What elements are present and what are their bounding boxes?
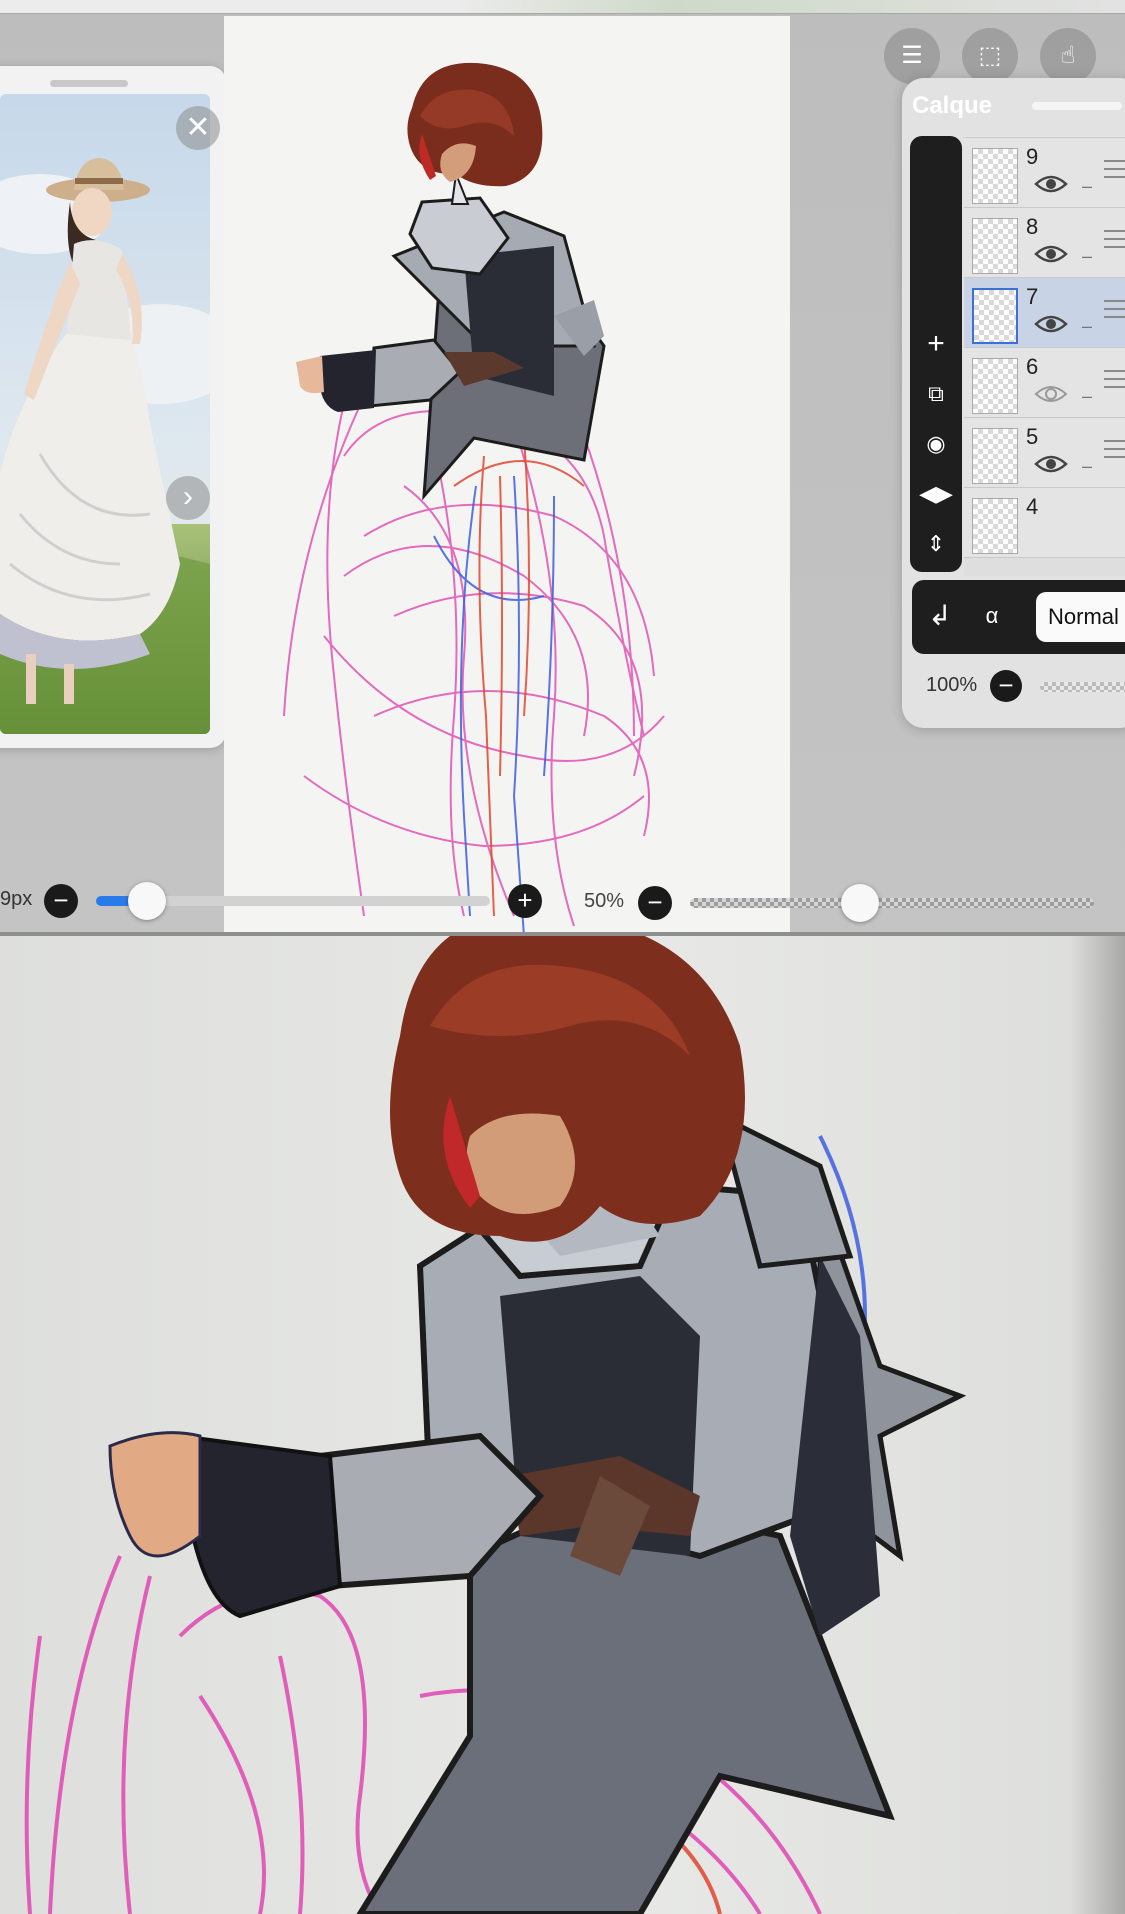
add-layer-button[interactable]: + bbox=[910, 324, 962, 364]
layer-dash: – bbox=[1082, 176, 1093, 196]
layer-row[interactable]: 8 – bbox=[964, 208, 1125, 278]
reference-window-handle[interactable] bbox=[50, 80, 128, 87]
brush-opacity-slider-knob[interactable] bbox=[840, 884, 879, 922]
artwork-top bbox=[283, 62, 665, 935]
layer-list[interactable]: 9 – 8 – 7 – 6 – 5 – 4 bbox=[964, 136, 1125, 576]
status-strip bbox=[0, 0, 1125, 14]
chevron-right-icon: › bbox=[183, 480, 193, 513]
clipping-mask-button[interactable]: ↲ bbox=[922, 596, 958, 636]
alpha-lock-icon: α bbox=[985, 603, 999, 628]
drag-handle-icon[interactable] bbox=[1104, 160, 1125, 184]
hand-pointer-icon: ☝ bbox=[1060, 42, 1076, 69]
drag-handle-icon[interactable] bbox=[1104, 300, 1125, 324]
layer-row[interactable]: 4 bbox=[964, 488, 1125, 558]
close-reference-button[interactable]: ✕ bbox=[176, 106, 220, 150]
layer-dash: – bbox=[1082, 246, 1093, 266]
flip-horizontal-icon: ◀▶ bbox=[919, 481, 953, 506]
brush-size-increase-button[interactable]: + bbox=[508, 884, 542, 918]
layer-number: 5 bbox=[1026, 424, 1039, 449]
brush-opacity-slider[interactable] bbox=[690, 898, 1094, 908]
duplicate-layer-button[interactable]: ⧉ bbox=[910, 374, 962, 414]
drag-handle-icon[interactable] bbox=[1104, 230, 1125, 254]
layer-thumb bbox=[972, 428, 1018, 484]
flip-vertical-button[interactable]: ⇕ bbox=[910, 524, 962, 564]
next-reference-button[interactable]: › bbox=[166, 476, 210, 520]
camera-button[interactable]: ◉ bbox=[910, 424, 962, 464]
reference-photo bbox=[0, 94, 210, 734]
layer-dash: – bbox=[1082, 386, 1093, 406]
layer-options-bar: ↲ α Normal bbox=[912, 580, 1125, 654]
touch-gesture-button[interactable]: ☝ bbox=[1040, 28, 1096, 84]
layer-opacity-decrease-button[interactable]: − bbox=[990, 670, 1022, 702]
flip-vertical-icon: ⇕ bbox=[926, 531, 946, 556]
layer-tools-column: + ⧉ ◉ ◀▶ ⇕ bbox=[910, 136, 962, 572]
screenshot: ✕ › ☰ ⬚ ☝ Calque + ⧉ ◉ ◀▶ ⇕ 9 – 8 – 7 – … bbox=[0, 0, 1125, 1914]
layer-thumb bbox=[972, 288, 1018, 344]
eye-hidden-icon[interactable] bbox=[1034, 382, 1068, 406]
zoomed-artwork-photo bbox=[0, 936, 1125, 1914]
minus-icon: − bbox=[53, 885, 69, 915]
layer-number: 6 bbox=[1026, 354, 1039, 379]
add-layer-icon: + bbox=[927, 327, 945, 360]
layer-row[interactable]: 6 – bbox=[964, 348, 1125, 418]
dashed-selection-icon: ⬚ bbox=[978, 42, 1002, 69]
layer-row[interactable]: 9 – bbox=[964, 138, 1125, 208]
layer-number: 4 bbox=[1026, 494, 1039, 519]
duplicate-layer-icon: ⧉ bbox=[928, 381, 944, 406]
layers-panel-handle[interactable] bbox=[1032, 102, 1122, 110]
drag-handle-icon[interactable] bbox=[1104, 440, 1125, 464]
layer-opacity-slider[interactable] bbox=[1040, 682, 1125, 692]
alpha-lock-button[interactable]: α bbox=[974, 596, 1010, 636]
layers-panel[interactable]: Calque + ⧉ ◉ ◀▶ ⇕ 9 – 8 – 7 – 6 – 5 – 4 … bbox=[902, 78, 1125, 728]
reference-window[interactable]: ✕ › bbox=[0, 66, 226, 748]
layer-number: 7 bbox=[1026, 284, 1039, 309]
close-icon: ✕ bbox=[185, 111, 211, 144]
layer-thumb bbox=[972, 358, 1018, 414]
eye-icon[interactable] bbox=[1034, 172, 1068, 196]
flip-horizontal-button[interactable]: ◀▶ bbox=[910, 474, 962, 514]
layer-number: 9 bbox=[1026, 144, 1039, 169]
brush-size-slider-knob[interactable] bbox=[128, 882, 167, 920]
settings-toggle-button[interactable]: ☰ bbox=[884, 28, 940, 84]
plus-icon: + bbox=[517, 885, 533, 915]
layer-row[interactable]: 5 – bbox=[964, 418, 1125, 488]
layer-opacity-value: 100% bbox=[926, 674, 978, 696]
selection-tool-button[interactable]: ⬚ bbox=[962, 28, 1018, 84]
drawing-canvas[interactable] bbox=[224, 16, 790, 935]
eye-icon[interactable] bbox=[1034, 312, 1068, 336]
layer-thumb bbox=[972, 218, 1018, 274]
eye-icon[interactable] bbox=[1034, 242, 1068, 266]
brush-opacity-decrease-button[interactable]: − bbox=[638, 886, 672, 920]
minus-icon: − bbox=[998, 670, 1014, 700]
brush-opacity-value: 50% bbox=[584, 890, 625, 912]
reference-photo-art bbox=[0, 94, 210, 734]
layer-dash: – bbox=[1082, 316, 1093, 336]
blend-mode-select[interactable]: Normal bbox=[1036, 592, 1125, 642]
layers-panel-title: Calque bbox=[912, 92, 993, 119]
toggle-icon: ☰ bbox=[901, 42, 923, 69]
camera-icon: ◉ bbox=[926, 431, 946, 456]
layer-number: 8 bbox=[1026, 214, 1039, 239]
layer-dash: – bbox=[1082, 456, 1093, 476]
artwork-zoomed bbox=[24, 936, 967, 1914]
eye-icon[interactable] bbox=[1034, 452, 1068, 476]
layer-row-selected[interactable]: 7 – bbox=[964, 278, 1125, 348]
clipping-arrow-icon: ↲ bbox=[928, 600, 952, 631]
layer-thumb bbox=[972, 498, 1018, 554]
brush-size-decrease-button[interactable]: − bbox=[44, 884, 78, 918]
drag-handle-icon[interactable] bbox=[1104, 370, 1125, 394]
minus-icon: − bbox=[647, 887, 663, 917]
drawing-app-view: ✕ › ☰ ⬚ ☝ Calque + ⧉ ◉ ◀▶ ⇕ 9 – 8 – 7 – … bbox=[0, 0, 1125, 935]
brush-controls-bar: 9px − + 50% − bbox=[0, 874, 1125, 934]
layer-thumb bbox=[972, 148, 1018, 204]
brush-size-value: 9px bbox=[0, 888, 33, 910]
